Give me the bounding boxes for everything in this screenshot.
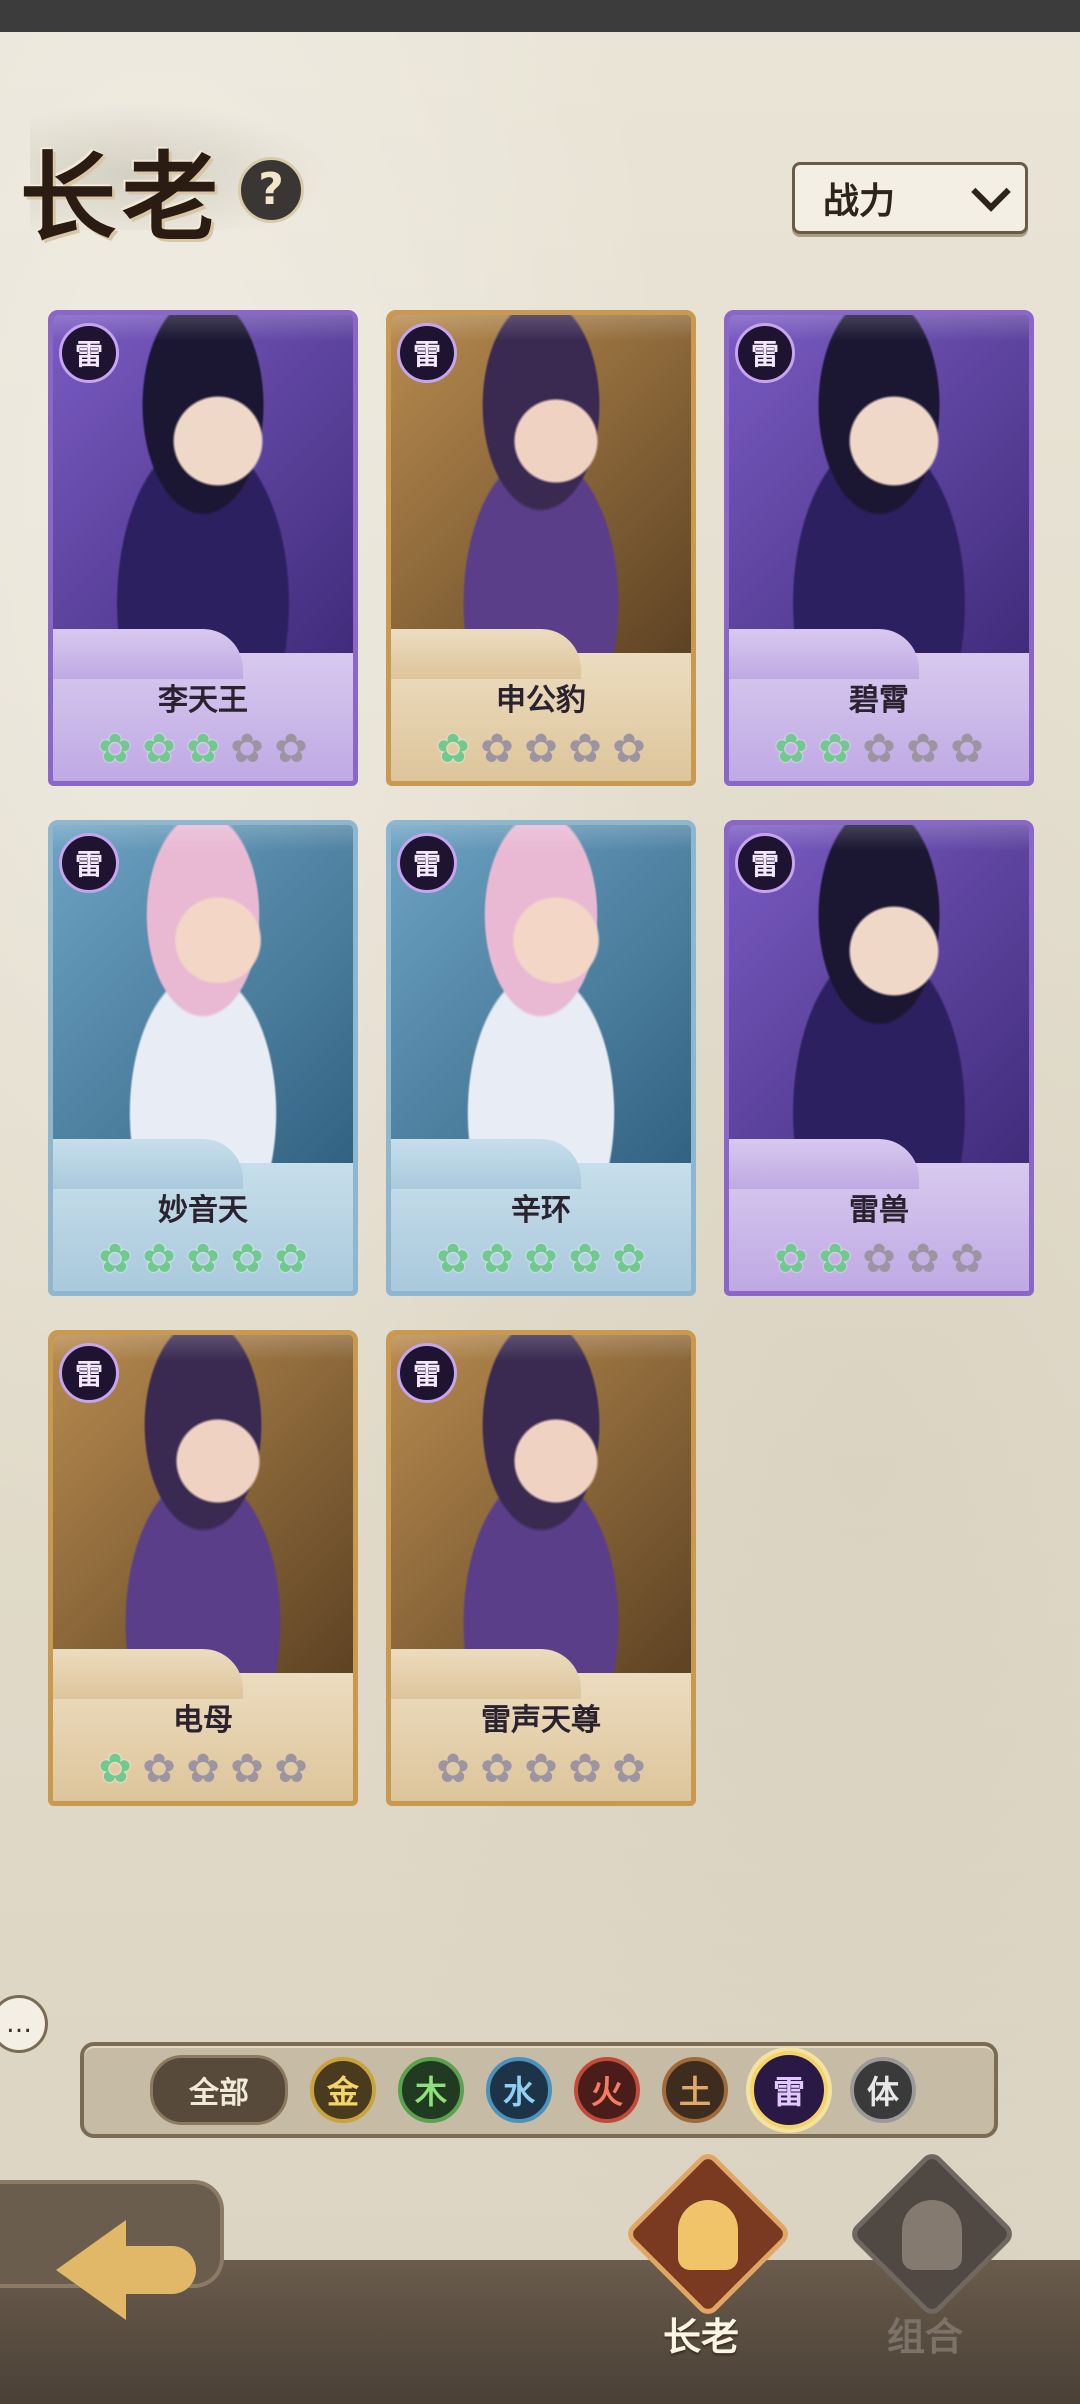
sort-label: 战力 <box>823 180 896 222</box>
star-empty-icon: ✿ <box>612 1746 646 1792</box>
star-filled-icon: ✿ <box>818 726 852 772</box>
hero-name: 电母 <box>173 1703 233 1738</box>
star-filled-icon: ✿ <box>186 1236 220 1282</box>
thunder-element-badge: 雷 <box>397 1343 457 1403</box>
back-arrow-tail <box>116 2246 196 2294</box>
page-title: 长老 <box>20 141 224 254</box>
hero-name: 李天王 <box>158 683 248 718</box>
star-empty-icon: ✿ <box>274 1746 308 1792</box>
filter-all-button[interactable]: 全部 <box>150 2055 288 2125</box>
hero-name: 辛环 <box>511 1193 571 1228</box>
star-empty-icon: ✿ <box>480 1746 514 1792</box>
star-empty-icon: ✿ <box>950 726 984 772</box>
star-filled-icon: ✿ <box>186 726 220 772</box>
thunder-element-badge: 雷 <box>735 833 795 893</box>
filter-metal-button[interactable]: 金 <box>310 2057 376 2123</box>
thunder-element-badge: 雷 <box>397 323 457 383</box>
star-empty-icon: ✿ <box>524 1746 558 1792</box>
star-rating: ✿ ✿ ✿ ✿ ✿ <box>53 729 353 769</box>
hero-card[interactable]: 雷雷兽 ✿ ✿ ✿ ✿ ✿ <box>724 820 1034 1296</box>
star-empty-icon: ✿ <box>436 1746 470 1792</box>
star-filled-icon: ✿ <box>436 726 470 772</box>
star-filled-icon: ✿ <box>774 1236 808 1282</box>
star-filled-icon: ✿ <box>480 1236 514 1282</box>
star-filled-icon: ✿ <box>524 1236 558 1282</box>
star-filled-icon: ✿ <box>274 1236 308 1282</box>
tab-elders-label: 长老 <box>662 2315 739 2359</box>
star-filled-icon: ✿ <box>98 1746 132 1792</box>
chevron-down-icon <box>971 172 1011 212</box>
star-filled-icon: ✿ <box>142 726 176 772</box>
filter-wood-button[interactable]: 木 <box>398 2057 464 2123</box>
star-filled-icon: ✿ <box>142 1236 176 1282</box>
sort-dropdown[interactable]: 战力 <box>792 162 1028 234</box>
hero-card[interactable]: 雷雷声天尊 ✿ ✿ ✿ ✿ ✿ <box>386 1330 696 1806</box>
star-empty-icon: ✿ <box>230 1746 264 1792</box>
tab-combo[interactable]: 组合 <box>840 2149 1017 2359</box>
combo-figure-icon <box>902 2200 962 2270</box>
star-empty-icon: ✿ <box>950 1236 984 1282</box>
thunder-element-badge: 雷 <box>59 323 119 383</box>
star-filled-icon: ✿ <box>818 1236 852 1282</box>
hero-name: 雷声天尊 <box>481 1703 601 1738</box>
thunder-element-badge: 雷 <box>59 1343 119 1403</box>
star-empty-icon: ✿ <box>906 1236 940 1282</box>
hero-card[interactable]: 雷辛环 ✿ ✿ ✿ ✿ ✿ <box>386 820 696 1296</box>
hero-name: 申公豹 <box>496 683 586 718</box>
tab-combo-label: 组合 <box>886 2315 963 2359</box>
hero-card[interactable]: 雷李天王 ✿ ✿ ✿ ✿ ✿ <box>48 310 358 786</box>
star-filled-icon: ✿ <box>568 1236 602 1282</box>
hero-card[interactable]: 雷妙音天 ✿ ✿ ✿ ✿ ✿ <box>48 820 358 1296</box>
star-empty-icon: ✿ <box>524 726 558 772</box>
star-empty-icon: ✿ <box>480 726 514 772</box>
star-rating: ✿ ✿ ✿ ✿ ✿ <box>391 1749 691 1789</box>
star-empty-icon: ✿ <box>230 726 264 772</box>
hero-name: 妙音天 <box>158 1193 248 1228</box>
help-icon[interactable]: ? <box>238 156 304 223</box>
element-filter-list: 金木水火土雷体 <box>310 2051 916 2129</box>
star-rating: ✿ ✿ ✿ ✿ ✿ <box>53 1239 353 1279</box>
star-rating: ✿ ✿ ✿ ✿ ✿ <box>391 1239 691 1279</box>
header: 长老 ? <box>20 120 304 259</box>
star-empty-icon: ✿ <box>274 726 308 772</box>
star-filled-icon: ✿ <box>612 1236 646 1282</box>
filter-body-button[interactable]: 体 <box>850 2057 916 2123</box>
filter-thunder-button[interactable]: 雷 <box>750 2051 828 2129</box>
star-rating: ✿ ✿ ✿ ✿ ✿ <box>53 1749 353 1789</box>
thunder-element-badge: 雷 <box>59 833 119 893</box>
star-empty-icon: ✿ <box>862 1236 896 1282</box>
filter-fire-button[interactable]: 火 <box>574 2057 640 2123</box>
hero-card[interactable]: 雷申公豹 ✿ ✿ ✿ ✿ ✿ <box>386 310 696 786</box>
star-filled-icon: ✿ <box>774 726 808 772</box>
star-filled-icon: ✿ <box>436 1236 470 1282</box>
star-empty-icon: ✿ <box>862 726 896 772</box>
filter-water-button[interactable]: 水 <box>486 2057 552 2123</box>
star-empty-icon: ✿ <box>142 1746 176 1792</box>
star-empty-icon: ✿ <box>906 726 940 772</box>
star-filled-icon: ✿ <box>230 1236 264 1282</box>
star-filled-icon: ✿ <box>98 1236 132 1282</box>
hero-name: 碧霄 <box>849 683 909 718</box>
element-filter-bar: 全部 金木水火土雷体 <box>80 2042 998 2138</box>
status-bar <box>0 0 1080 32</box>
thunder-element-badge: 雷 <box>397 833 457 893</box>
thunder-element-badge: 雷 <box>735 323 795 383</box>
hero-card[interactable]: 雷电母 ✿ ✿ ✿ ✿ ✿ <box>48 1330 358 1806</box>
star-empty-icon: ✿ <box>612 726 646 772</box>
hero-card[interactable]: 雷碧霄 ✿ ✿ ✿ ✿ ✿ <box>724 310 1034 786</box>
star-rating: ✿ ✿ ✿ ✿ ✿ <box>729 1239 1029 1279</box>
star-empty-icon: ✿ <box>568 1746 602 1792</box>
back-button[interactable] <box>56 2200 196 2330</box>
star-rating: ✿ ✿ ✿ ✿ ✿ <box>391 729 691 769</box>
filter-earth-button[interactable]: 土 <box>662 2057 728 2123</box>
tab-elders[interactable]: 长老 <box>616 2149 793 2359</box>
elder-figure-icon <box>678 2200 738 2270</box>
star-filled-icon: ✿ <box>98 726 132 772</box>
star-empty-icon: ✿ <box>568 726 602 772</box>
star-rating: ✿ ✿ ✿ ✿ ✿ <box>729 729 1029 769</box>
hero-name: 雷兽 <box>849 1193 909 1228</box>
star-empty-icon: ✿ <box>186 1746 220 1792</box>
